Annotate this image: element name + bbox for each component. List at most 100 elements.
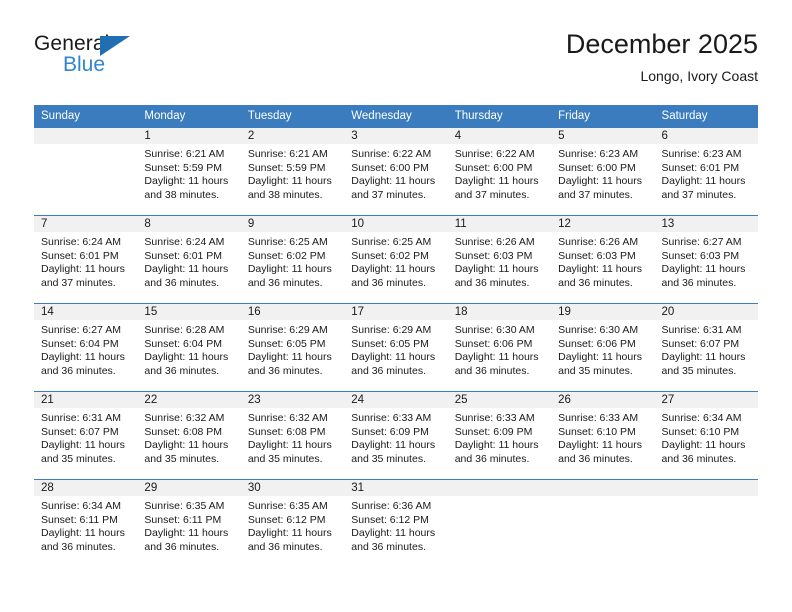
weekday-header-sunday: Sunday [34, 105, 138, 128]
day-sun-info: Sunrise: 6:26 AM Sunset: 6:03 PM Daylight:… [448, 232, 551, 290]
daylight-text-line1: Daylight: 11 hours [558, 351, 642, 364]
sunrise-text: Sunrise: 6:29 AM [351, 324, 432, 336]
sunrise-text: Sunrise: 6:33 AM [454, 412, 535, 424]
daylight-text-line1: Daylight: 11 hours [247, 351, 332, 364]
day-sun-info: Sunrise: 6:31 AM Sunset: 6:07 PM Daylight:… [34, 408, 137, 466]
calendar-day-cell[interactable]: 8 Sunrise: 6:24 AM Sunset: 6:01 PM Daylight… [137, 215, 241, 304]
sunrise-text: Sunrise: 6:24 AM [144, 236, 225, 248]
daylight-text-line2: and 36 minutes. [558, 452, 633, 465]
daylight-text-line1: Daylight: 11 hours [144, 351, 229, 364]
page-title: December 2025 [565, 29, 758, 59]
day-number: 23 [240, 392, 345, 408]
daylight-text-line1: Daylight: 11 hours [247, 175, 332, 188]
day-number: 28 [34, 480, 138, 496]
daylight-text-line2: and 36 minutes. [351, 364, 426, 377]
calendar-day-cell[interactable]: 22 Sunrise: 6:32 AM Sunset: 6:08 PM Dayligh… [137, 391, 241, 480]
day-sun-info: Sunrise: 6:27 AM Sunset: 6:04 PM Daylight:… [34, 320, 137, 378]
day-number: 17 [344, 304, 448, 320]
day-number: 15 [137, 304, 241, 320]
day-number: 3 [344, 128, 448, 144]
sunset-text: Sunset: 6:08 PM [144, 425, 223, 438]
day-number: 30 [240, 480, 345, 496]
calendar-day-cell[interactable]: 18 Sunrise: 6:30 AM Sunset: 6:06 PM Dayligh… [447, 303, 552, 392]
calendar-day-cell[interactable]: 10 Sunrise: 6:25 AM Sunset: 6:02 PM Dayligh… [344, 215, 448, 304]
calendar-day-cell[interactable]: 27 Sunrise: 6:34 AM Sunset: 6:10 PM Dayligh… [654, 391, 758, 480]
sunrise-text: Sunrise: 6:32 AM [247, 412, 328, 424]
calendar-day-cell[interactable]: 25 Sunrise: 6:33 AM Sunset: 6:09 PM Dayligh… [447, 391, 552, 480]
sunrise-text: Sunrise: 6:33 AM [351, 412, 432, 424]
daylight-text-line1: Daylight: 11 hours [41, 439, 125, 452]
sunset-text: Sunset: 6:06 PM [558, 337, 636, 350]
daylight-text-line1: Daylight: 11 hours [454, 351, 539, 364]
calendar-day-cell[interactable]: 24 Sunrise: 6:33 AM Sunset: 6:09 PM Dayligh… [344, 391, 448, 480]
day-number: 22 [137, 392, 241, 408]
daylight-text-line2: and 36 minutes. [144, 540, 220, 553]
sunset-text: Sunset: 6:08 PM [247, 425, 326, 438]
calendar-day-cell[interactable]: 26 Sunrise: 6:33 AM Sunset: 6:10 PM Dayligh… [551, 391, 655, 480]
sunset-text: Sunset: 6:06 PM [454, 337, 533, 350]
sunrise-text: Sunrise: 6:24 AM [41, 236, 121, 248]
day-sun-info: Sunrise: 6:23 AM Sunset: 6:00 PM Daylight:… [551, 144, 654, 202]
sunrise-text: Sunrise: 6:22 AM [351, 148, 432, 160]
calendar-day-cell[interactable]: 16 Sunrise: 6:29 AM Sunset: 6:05 PM Dayligh… [240, 303, 345, 392]
calendar-day-cell[interactable]: 6 Sunrise: 6:23 AM Sunset: 6:01 PM Daylight… [654, 127, 758, 216]
calendar-day-cell[interactable]: 19 Sunrise: 6:30 AM Sunset: 6:06 PM Dayligh… [551, 303, 655, 392]
calendar-day-cell[interactable]: 14 Sunrise: 6:27 AM Sunset: 6:04 PM Dayligh… [34, 303, 138, 392]
sunrise-text: Sunrise: 6:25 AM [247, 236, 328, 248]
sunset-text: Sunset: 6:10 PM [558, 425, 636, 438]
sunrise-text: Sunrise: 6:36 AM [351, 500, 432, 512]
day-number: 26 [551, 392, 655, 408]
daylight-text-line1: Daylight: 11 hours [41, 351, 125, 364]
calendar-day-cell[interactable]: 5 Sunrise: 6:23 AM Sunset: 6:00 PM Daylight… [551, 127, 655, 216]
calendar-day-cell[interactable]: 4 Sunrise: 6:22 AM Sunset: 6:00 PM Daylight… [447, 127, 552, 216]
day-number: 16 [240, 304, 345, 320]
daylight-text-line1: Daylight: 11 hours [144, 439, 229, 452]
calendar-day-cell[interactable]: 28 Sunrise: 6:34 AM Sunset: 6:11 PM Dayligh… [34, 479, 138, 568]
sunset-text: Sunset: 6:03 PM [661, 249, 740, 262]
general-blue-logo[interactable]: General Blue [34, 32, 184, 88]
calendar-day-cell[interactable]: 3 Sunrise: 6:22 AM Sunset: 6:00 PM Daylight… [344, 127, 448, 216]
calendar-day-cell-empty [654, 479, 758, 568]
calendar-day-cell[interactable]: 2 Sunrise: 6:21 AM Sunset: 5:59 PM Daylight… [240, 127, 345, 216]
calendar-day-cell[interactable]: 23 Sunrise: 6:32 AM Sunset: 6:08 PM Dayligh… [240, 391, 345, 480]
weekday-header-tuesday: Tuesday [240, 105, 345, 128]
sunrise-text: Sunrise: 6:25 AM [351, 236, 432, 248]
daylight-text-line1: Daylight: 11 hours [558, 263, 642, 276]
calendar-day-cell[interactable]: 13 Sunrise: 6:27 AM Sunset: 6:03 PM Dayligh… [654, 215, 758, 304]
calendar-day-cell[interactable]: 12 Sunrise: 6:26 AM Sunset: 6:03 PM Dayligh… [551, 215, 655, 304]
day-sun-info: Sunrise: 6:33 AM Sunset: 6:09 PM Daylight:… [344, 408, 447, 466]
sunset-text: Sunset: 5:59 PM [247, 161, 326, 174]
sunset-text: Sunset: 6:10 PM [661, 425, 740, 438]
sunrise-text: Sunrise: 6:31 AM [41, 412, 121, 424]
weekday-header-saturday: Saturday [654, 105, 758, 128]
calendar-day-cell[interactable]: 11 Sunrise: 6:26 AM Sunset: 6:03 PM Dayligh… [447, 215, 552, 304]
sunrise-text: Sunrise: 6:35 AM [144, 500, 225, 512]
day-number: 7 [34, 216, 138, 232]
sunrise-text: Sunrise: 6:29 AM [247, 324, 328, 336]
daylight-text-line1: Daylight: 11 hours [454, 175, 539, 188]
daylight-text-line2: and 36 minutes. [661, 276, 737, 289]
day-number: 10 [344, 216, 448, 232]
sunset-text: Sunset: 6:00 PM [454, 161, 533, 174]
daylight-text-line2: and 35 minutes. [351, 452, 426, 465]
weekday-header-wednesday: Wednesday [344, 105, 448, 128]
calendar-day-cell[interactable]: 31 Sunrise: 6:36 AM Sunset: 6:12 PM Dayligh… [344, 479, 448, 568]
daylight-text-line1: Daylight: 11 hours [661, 263, 746, 276]
calendar-day-cell[interactable]: 7 Sunrise: 6:24 AM Sunset: 6:01 PM Daylight… [34, 215, 138, 304]
daylight-text-line2: and 36 minutes. [351, 276, 426, 289]
calendar-day-cell[interactable]: 30 Sunrise: 6:35 AM Sunset: 6:12 PM Dayligh… [240, 479, 345, 568]
calendar-day-cell[interactable]: 29 Sunrise: 6:35 AM Sunset: 6:11 PM Dayligh… [137, 479, 241, 568]
calendar-day-cell[interactable]: 21 Sunrise: 6:31 AM Sunset: 6:07 PM Dayligh… [34, 391, 138, 480]
daylight-text-line2: and 35 minutes. [247, 452, 323, 465]
calendar-day-cell[interactable]: 1 Sunrise: 6:21 AM Sunset: 5:59 PM Daylight… [137, 127, 241, 216]
calendar-day-cell[interactable]: 17 Sunrise: 6:29 AM Sunset: 6:05 PM Dayligh… [344, 303, 448, 392]
day-sun-info: Sunrise: 6:31 AM Sunset: 6:07 PM Daylight:… [655, 320, 758, 378]
day-sun-info: Sunrise: 6:33 AM Sunset: 6:10 PM Daylight:… [551, 408, 654, 466]
calendar-day-cell[interactable]: 9 Sunrise: 6:25 AM Sunset: 6:02 PM Daylight… [240, 215, 345, 304]
day-sun-info: Sunrise: 6:35 AM Sunset: 6:11 PM Daylight:… [137, 496, 240, 554]
day-number: 20 [654, 304, 758, 320]
calendar-day-cell[interactable]: 15 Sunrise: 6:28 AM Sunset: 6:04 PM Dayligh… [137, 303, 241, 392]
day-sun-info: Sunrise: 6:26 AM Sunset: 6:03 PM Daylight:… [551, 232, 654, 290]
calendar-day-cell[interactable]: 20 Sunrise: 6:31 AM Sunset: 6:07 PM Dayligh… [654, 303, 758, 392]
sunset-text: Sunset: 6:03 PM [558, 249, 636, 262]
